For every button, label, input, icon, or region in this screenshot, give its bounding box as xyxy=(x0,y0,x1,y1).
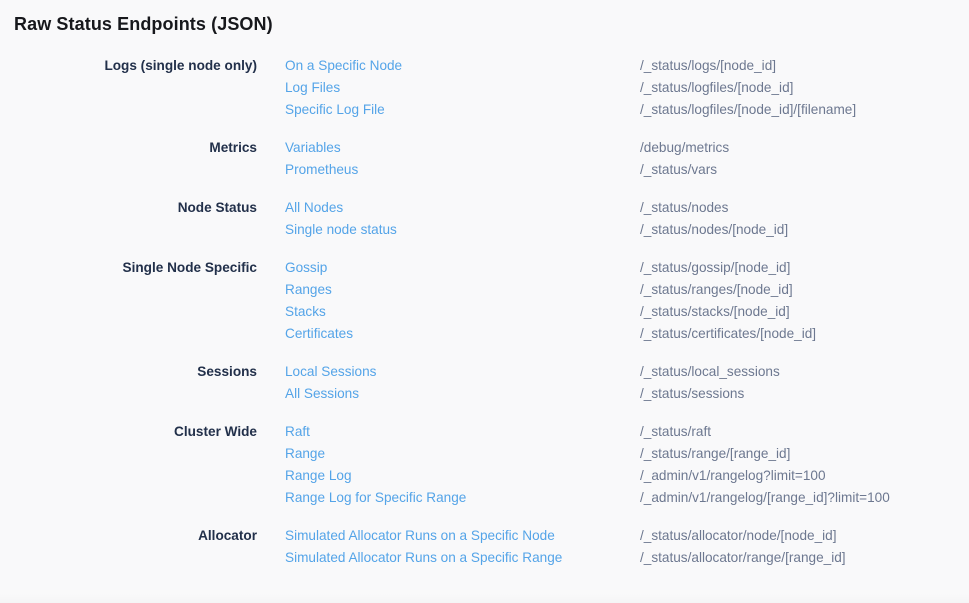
endpoint-paths: /_status/logs/[node_id] /_status/logfile… xyxy=(640,55,969,121)
endpoint-paths: /_status/nodes /_status/nodes/[node_id] xyxy=(640,197,969,241)
endpoint-link[interactable]: Ranges xyxy=(285,279,640,301)
endpoint-path: /_status/logfiles/[node_id]/[filename] xyxy=(640,99,969,121)
endpoint-link[interactable]: Stacks xyxy=(285,301,640,323)
endpoint-paths: /_status/raft /_status/range/[range_id] … xyxy=(640,421,969,509)
endpoint-path: /_status/nodes/[node_id] xyxy=(640,219,969,241)
endpoint-link[interactable]: Prometheus xyxy=(285,159,640,181)
endpoint-path: /_admin/v1/rangelog?limit=100 xyxy=(640,465,969,487)
page-title: Raw Status Endpoints (JSON) xyxy=(14,13,969,36)
endpoints-page: Raw Status Endpoints (JSON) Logs (single… xyxy=(0,13,969,603)
endpoint-group: Node Status All Nodes Single node status… xyxy=(0,197,969,241)
endpoint-path: /_status/certificates/[node_id] xyxy=(640,323,969,345)
endpoint-link[interactable]: Gossip xyxy=(285,257,640,279)
endpoint-path: /debug/metrics xyxy=(640,137,969,159)
bottom-fade xyxy=(0,594,969,603)
endpoint-path: /_status/local_sessions xyxy=(640,361,969,383)
endpoint-link[interactable]: Range Log for Specific Range xyxy=(285,487,640,509)
endpoint-link[interactable]: Local Sessions xyxy=(285,361,640,383)
endpoint-group: Metrics Variables Prometheus /debug/metr… xyxy=(0,137,969,181)
category-label: Node Status xyxy=(0,197,285,241)
endpoint-path: /_admin/v1/rangelog/[range_id]?limit=100 xyxy=(640,487,969,509)
endpoint-paths: /debug/metrics /_status/vars xyxy=(640,137,969,181)
endpoint-links: Variables Prometheus xyxy=(285,137,640,181)
endpoint-link[interactable]: Range xyxy=(285,443,640,465)
category-label: Cluster Wide xyxy=(0,421,285,509)
endpoint-path: /_status/allocator/node/[node_id] xyxy=(640,525,969,547)
category-label: Logs (single node only) xyxy=(0,55,285,121)
endpoint-path: /_status/gossip/[node_id] xyxy=(640,257,969,279)
endpoint-link[interactable]: Raft xyxy=(285,421,640,443)
endpoint-links: Raft Range Range Log Range Log for Speci… xyxy=(285,421,640,509)
endpoint-paths: /_status/local_sessions /_status/session… xyxy=(640,361,969,405)
endpoint-path: /_status/logs/[node_id] xyxy=(640,55,969,77)
category-label: Allocator xyxy=(0,525,285,569)
endpoint-group: Cluster Wide Raft Range Range Log Range … xyxy=(0,421,969,509)
endpoint-group: Single Node Specific Gossip Ranges Stack… xyxy=(0,257,969,345)
endpoint-link[interactable]: Simulated Allocator Runs on a Specific N… xyxy=(285,525,640,547)
category-label: Metrics xyxy=(0,137,285,181)
endpoint-links: All Nodes Single node status xyxy=(285,197,640,241)
endpoint-link[interactable]: Variables xyxy=(285,137,640,159)
endpoint-group: Allocator Simulated Allocator Runs on a … xyxy=(0,525,969,569)
endpoint-links: Local Sessions All Sessions xyxy=(285,361,640,405)
endpoint-path: /_status/allocator/range/[range_id] xyxy=(640,547,969,569)
endpoint-link[interactable]: All Sessions xyxy=(285,383,640,405)
endpoint-link[interactable]: All Nodes xyxy=(285,197,640,219)
endpoint-path: /_status/nodes xyxy=(640,197,969,219)
endpoint-links: On a Specific Node Log Files Specific Lo… xyxy=(285,55,640,121)
endpoints-table: Logs (single node only) On a Specific No… xyxy=(0,55,969,569)
endpoint-path: /_status/raft xyxy=(640,421,969,443)
endpoint-paths: /_status/allocator/node/[node_id] /_stat… xyxy=(640,525,969,569)
category-label: Single Node Specific xyxy=(0,257,285,345)
endpoint-paths: /_status/gossip/[node_id] /_status/range… xyxy=(640,257,969,345)
endpoint-link[interactable]: Log Files xyxy=(285,77,640,99)
endpoint-link[interactable]: Certificates xyxy=(285,323,640,345)
endpoint-group: Sessions Local Sessions All Sessions /_s… xyxy=(0,361,969,405)
endpoint-group: Logs (single node only) On a Specific No… xyxy=(0,55,969,121)
endpoint-link[interactable]: On a Specific Node xyxy=(285,55,640,77)
endpoint-link[interactable]: Specific Log File xyxy=(285,99,640,121)
endpoint-link[interactable]: Range Log xyxy=(285,465,640,487)
endpoint-links: Simulated Allocator Runs on a Specific N… xyxy=(285,525,640,569)
endpoint-path: /_status/logfiles/[node_id] xyxy=(640,77,969,99)
endpoint-path: /_status/sessions xyxy=(640,383,969,405)
endpoint-links: Gossip Ranges Stacks Certificates xyxy=(285,257,640,345)
category-label: Sessions xyxy=(0,361,285,405)
endpoint-path: /_status/vars xyxy=(640,159,969,181)
endpoint-link[interactable]: Simulated Allocator Runs on a Specific R… xyxy=(285,547,640,569)
endpoint-path: /_status/range/[range_id] xyxy=(640,443,969,465)
endpoint-path: /_status/stacks/[node_id] xyxy=(640,301,969,323)
endpoint-link[interactable]: Single node status xyxy=(285,219,640,241)
endpoint-path: /_status/ranges/[node_id] xyxy=(640,279,969,301)
